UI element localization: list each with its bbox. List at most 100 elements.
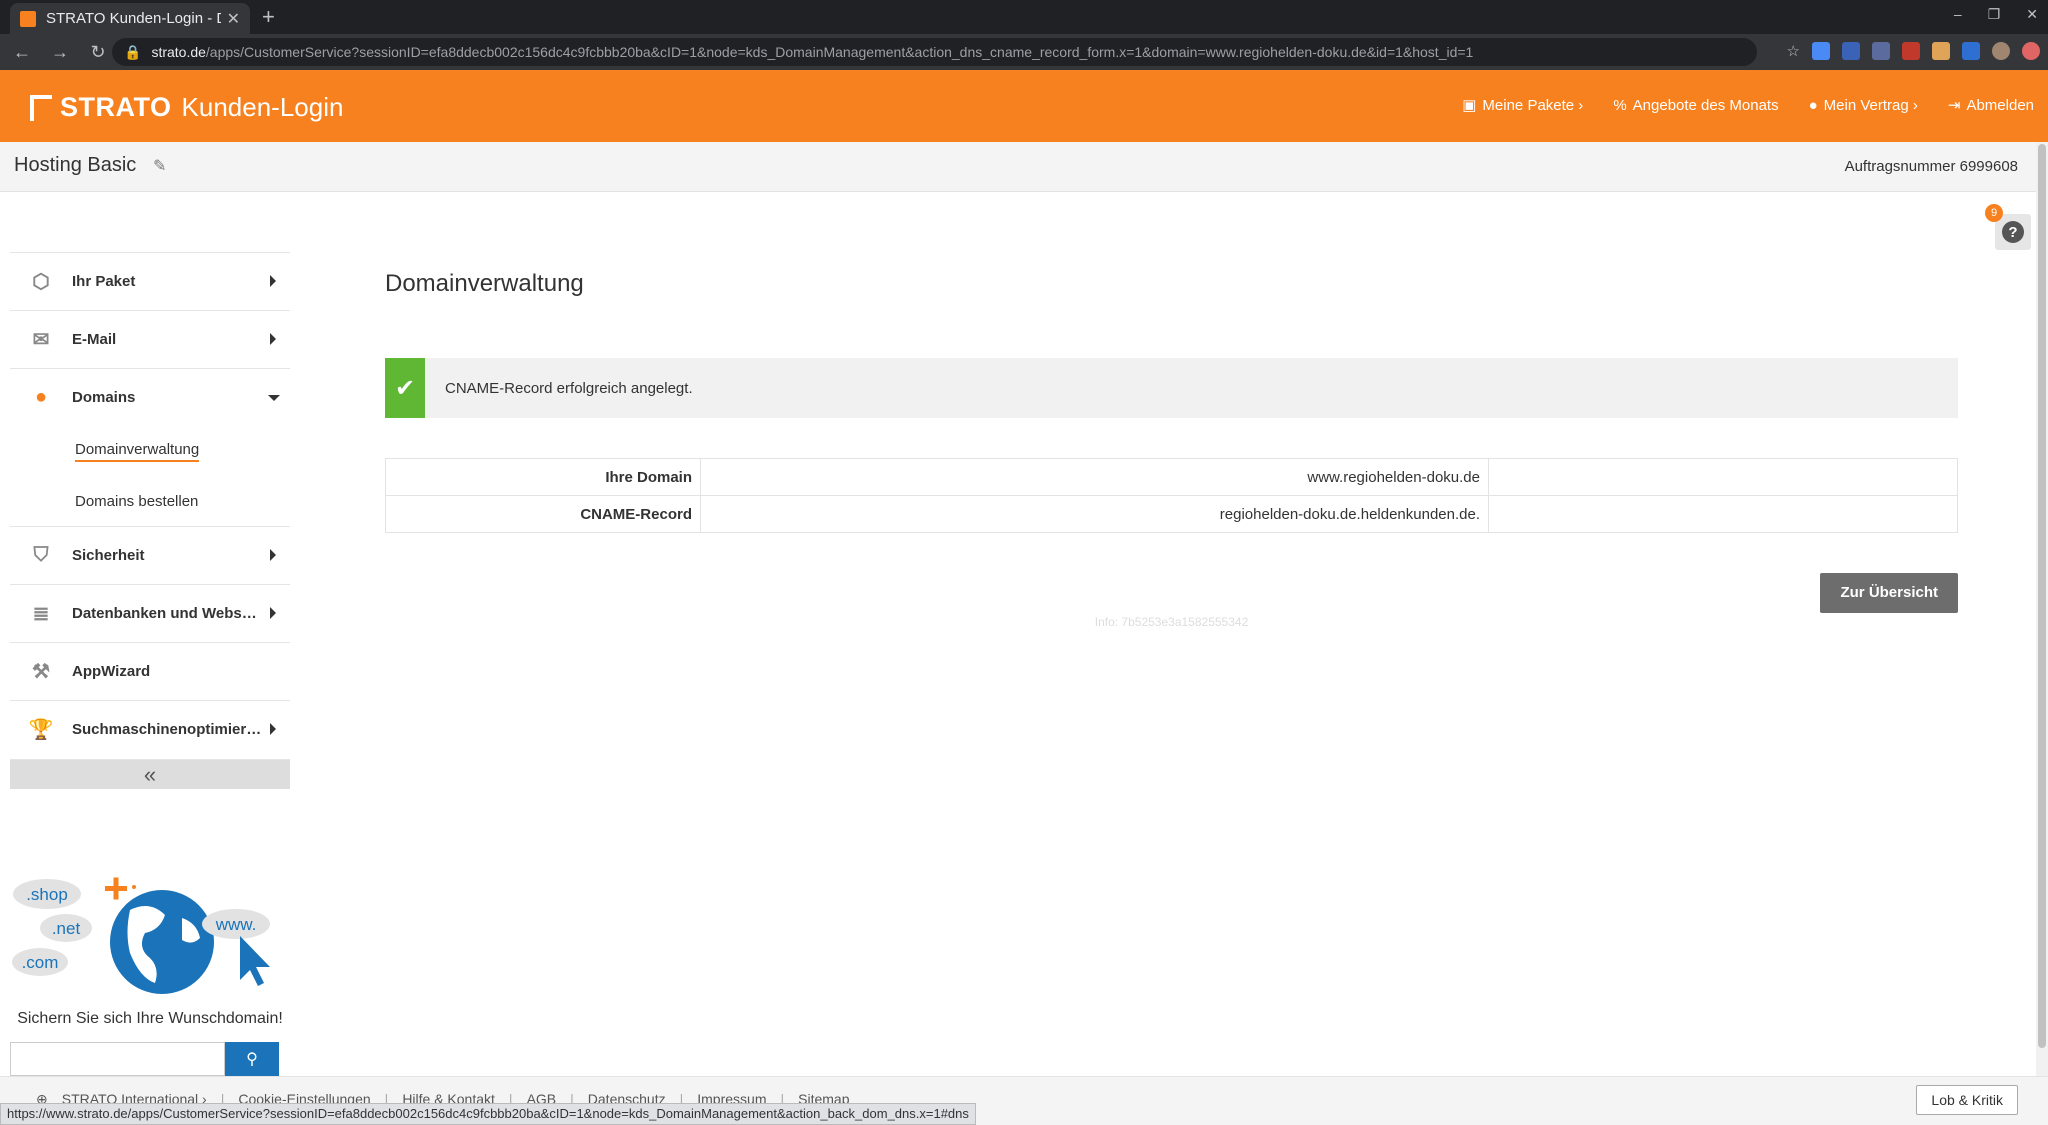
chevron-down-icon (268, 395, 280, 401)
row-value: regiohelden-doku.de.heldenkunden.de. (700, 495, 1489, 533)
table-row: CNAME-Record regiohelden-doku.de.heldenk… (385, 495, 1958, 533)
success-alert: ✔ CNAME-Record erfolgreich angelegt. (385, 358, 1958, 418)
new-tab-button[interactable]: + (262, 4, 275, 30)
sidebar-item-sicherheit[interactable]: ⛉ Sicherheit (10, 526, 290, 584)
browser-status-url: https://www.strato.de/apps/CustomerServi… (0, 1103, 976, 1125)
sidebar-subitem-domainverwaltung[interactable]: Domainverwaltung (10, 426, 290, 476)
back-arrow-icon[interactable]: ← (6, 42, 38, 63)
info-id: Info: 7b5253e3a1582555342 (1094, 615, 1249, 629)
scrollbar-thumb[interactable] (2038, 144, 2046, 1048)
percent-icon: % (1613, 96, 1627, 114)
extension-icon[interactable] (1842, 42, 1860, 60)
reload-icon[interactable]: ↻ (82, 42, 114, 63)
domain-promo: .shop .net .com www. Sichern Sie sich Ih… (10, 870, 290, 1076)
url-path: /apps/CustomerService?sessionID=efa8ddec… (205, 44, 1474, 60)
tld-shop-label: .shop (26, 885, 68, 904)
sidebar-item-label: Suchmaschinenoptimierung (72, 721, 274, 738)
domain-globe-illustration: .shop .net .com www. (12, 877, 270, 994)
domain-search: ⚲ (10, 1042, 290, 1076)
brand-name: STRATO (60, 92, 172, 122)
sidebar-item-label: Domains (72, 389, 136, 406)
row-key: Ihre Domain (385, 458, 701, 496)
sidebar-item-seo[interactable]: 🏆 Suchmaschinenoptimierung (10, 700, 290, 758)
menu-angebote[interactable]: % Angebote des Monats (1613, 96, 1778, 114)
minimize-icon[interactable]: – (1954, 6, 1962, 23)
lock-icon: 🔒 (124, 43, 142, 60)
plus-icon (113, 877, 119, 900)
sidebar-subitem-label: Domainverwaltung (75, 441, 200, 462)
sidebar-item-label: Datenbanken und Webspace (72, 605, 276, 622)
overview-button[interactable]: Zur Übersicht (1820, 573, 1958, 613)
url-host: strato.de (151, 44, 206, 60)
sidebar-item-datenbanken[interactable]: ≣ Datenbanken und Webspace (10, 584, 290, 642)
row-empty-cell (1488, 458, 1958, 496)
table-row: Ihre Domain www.regiohelden-doku.de (385, 458, 1958, 496)
page-title: Domainverwaltung (385, 270, 584, 297)
extension-icon[interactable] (1902, 42, 1920, 60)
sidebar-subitem-domains-bestellen[interactable]: Domains bestellen (10, 476, 290, 526)
window-controls: – ❐ ✕ (1954, 6, 2038, 23)
sidebar-item-label: Ihr Paket (72, 273, 136, 290)
address-bar[interactable]: 🔒 strato.de /apps/CustomerService?sessio… (112, 38, 1757, 66)
edit-pencil-icon[interactable]: ✎ (153, 156, 166, 176)
cursor-icon (240, 936, 270, 986)
sidebar-collapse-button[interactable]: « (10, 759, 290, 789)
notification-badge: 9 (1985, 204, 2003, 222)
globe-icon: ● (34, 386, 48, 408)
window-close-icon[interactable]: ✕ (2026, 6, 2038, 23)
extension-icon[interactable] (1962, 42, 1980, 60)
search-icon: ⚲ (246, 1051, 258, 1068)
menu-label: Mein Vertrag › (1823, 96, 1918, 114)
menu-abmelden[interactable]: ⇥ Abmelden (1947, 96, 2034, 115)
profile-avatar[interactable] (1992, 42, 2010, 60)
browser-tabbar: STRATO Kunden-Login - D ✕ + – ❐ ✕ (0, 0, 2048, 34)
menu-meine-pakete[interactable]: ▣ Meine Pakete › (1462, 96, 1584, 115)
menu-mein-vertrag[interactable]: ● Mein Vertrag › (1809, 96, 1918, 114)
promo-text: Sichern Sie sich Ihre Wunschdomain! (17, 1010, 283, 1027)
brand-subtitle: Kunden-Login (181, 92, 344, 122)
chevron-right-icon (270, 275, 276, 287)
help-widget[interactable]: 9 ? (1985, 204, 2031, 250)
bookmark-star-icon[interactable]: ☆ (1787, 42, 1800, 60)
package-title: Hosting Basic (14, 154, 137, 176)
browser-tab[interactable]: STRATO Kunden-Login - D ✕ (10, 3, 250, 34)
sidebar-item-appwizard[interactable]: ⚒ AppWizard (10, 642, 290, 700)
magic-wand-icon: ⚒ (32, 661, 50, 683)
sparkle-dot (132, 885, 136, 889)
sidebar-item-domains[interactable]: ● Domains (10, 368, 290, 426)
checkmark-icon: ✔ (385, 358, 425, 418)
sidebar-subitem-label: Domains bestellen (75, 492, 199, 510)
restore-icon[interactable]: ❐ (1988, 6, 2001, 23)
user-icon: ● (1808, 96, 1818, 114)
sidebar-item-label: E-Mail (72, 331, 117, 348)
sidebar-item-ihr-paket[interactable]: ⬡ Ihr Paket (10, 252, 290, 310)
database-icon: ≣ (32, 603, 50, 625)
sidebar-nav: ⬡ Ihr Paket ✉ E-Mail ● Domains Domainver… (10, 252, 290, 789)
button-row: Zur Übersicht (385, 573, 1958, 613)
logout-icon: ⇥ (1947, 97, 1961, 114)
vertical-scrollbar[interactable] (2036, 142, 2048, 1076)
strato-favicon-icon (20, 10, 36, 27)
feedback-button[interactable]: Lob & Kritik (1916, 1085, 2018, 1115)
trophy-icon: 🏆 (28, 719, 54, 741)
domain-search-button[interactable]: ⚲ (225, 1042, 279, 1076)
domain-search-input[interactable] (10, 1042, 225, 1076)
chevron-right-icon (270, 607, 276, 619)
extension-icon[interactable] (2022, 42, 2040, 60)
forward-arrow-icon[interactable]: → (44, 42, 76, 63)
tab-close-icon[interactable]: ✕ (227, 9, 240, 29)
sidebar-item-label: Sicherheit (72, 547, 145, 564)
extension-icon[interactable] (1932, 42, 1950, 60)
strato-logo[interactable]: STRATO Kunden-Login (30, 92, 343, 123)
sidebar-item-email[interactable]: ✉ E-Mail (10, 310, 290, 368)
strato-logo-icon (30, 94, 52, 121)
sidebar-item-label: AppWizard (72, 663, 151, 680)
site-header: STRATO Kunden-Login ▣ Meine Pakete › % A… (0, 70, 2048, 142)
top-menu: ▣ Meine Pakete › % Angebote des Monats ●… (1462, 96, 2034, 115)
browser-toolbar: ← → ↻ 🔒 strato.de /apps/CustomerService?… (0, 34, 2048, 70)
box-icon: ⬡ (32, 271, 50, 293)
extension-icon[interactable] (1872, 42, 1890, 60)
chevron-right-icon (270, 549, 276, 561)
menu-label: Meine Pakete › (1482, 96, 1584, 114)
extension-icon[interactable] (1812, 42, 1830, 60)
